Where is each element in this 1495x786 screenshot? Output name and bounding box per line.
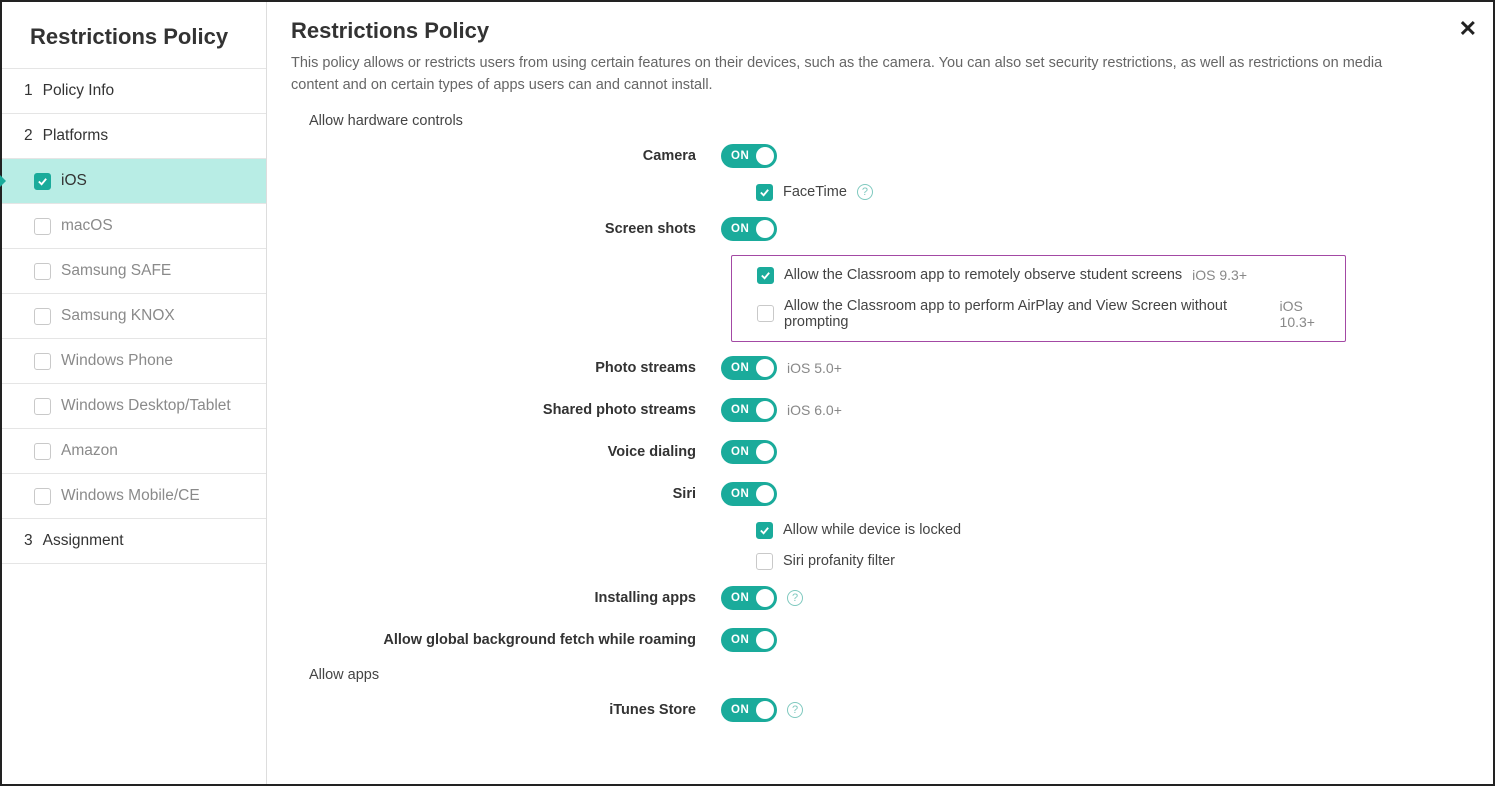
label-screenshots: Screen shots [291,221,721,237]
sub-option-facetime[interactable]: FaceTime ? [756,177,1469,208]
row-global-bg-fetch: Allow global background fetch while roam… [291,619,1469,661]
section-allow-apps: Allow apps [291,661,1469,689]
label-camera: Camera [291,148,721,164]
label-voice-dialing: Voice dialing [291,444,721,460]
checkbox-siri-locked[interactable] [756,522,773,539]
label-siri: Siri [291,486,721,502]
toggle-siri[interactable]: ON [721,482,777,506]
sidebar: Restrictions Policy 1 Policy Info 2 Plat… [2,2,267,784]
siri-profanity-label: Siri profanity filter [783,553,895,569]
platform-label: Windows Desktop/Tablet [61,397,231,415]
step-label: Platforms [43,127,108,145]
platform-label: Samsung SAFE [61,262,171,280]
sidebar-platform-samsung-safe[interactable]: Samsung SAFE [2,249,266,294]
checkbox-icon [34,263,51,280]
toggle-installing-apps[interactable]: ON [721,586,777,610]
sidebar-platform-amazon[interactable]: Amazon [2,429,266,474]
row-installing-apps: Installing apps ON ? [291,577,1469,619]
toggle-photo-streams[interactable]: ON [721,356,777,380]
sidebar-step-policy-info[interactable]: 1 Policy Info [2,69,266,114]
checkbox-icon [34,353,51,370]
highlight-classroom-options: Allow the Classroom app to remotely obse… [731,255,1346,342]
step-label: Policy Info [43,82,115,100]
platform-label: Windows Phone [61,352,173,370]
platform-label: Amazon [61,442,118,460]
toggle-screenshots[interactable]: ON [721,217,777,241]
classroom-observe-label: Allow the Classroom app to remotely obse… [784,267,1182,283]
help-icon[interactable]: ? [787,590,803,606]
toggle-camera[interactable]: ON [721,144,777,168]
checkbox-facetime[interactable] [756,184,773,201]
sidebar-title: Restrictions Policy [2,2,266,69]
label-global-bg-fetch: Allow global background fetch while roam… [291,632,721,648]
sub-option-classroom-airplay[interactable]: Allow the Classroom app to perform AirPl… [757,291,1339,337]
sidebar-platform-samsung-knox[interactable]: Samsung KNOX [2,294,266,339]
step-label: Assignment [43,532,124,550]
siri-locked-label: Allow while device is locked [783,522,961,538]
label-photo-streams: Photo streams [291,360,721,376]
toggle-voice-dialing[interactable]: ON [721,440,777,464]
row-shared-photo-streams: Shared photo streams ON iOS 6.0+ [291,389,1469,431]
sub-option-siri-profanity[interactable]: Siri profanity filter [756,546,1469,577]
sidebar-platform-windows-phone[interactable]: Windows Phone [2,339,266,384]
sidebar-platform-macos[interactable]: macOS [2,204,266,249]
checkbox-checked-icon [34,173,51,190]
platform-label: macOS [61,217,113,235]
checkbox-icon [34,488,51,505]
row-itunes-store: iTunes Store ON ? [291,689,1469,731]
row-voice-dialing: Voice dialing ON [291,431,1469,473]
platform-label: iOS [61,172,87,190]
help-icon[interactable]: ? [857,184,873,200]
checkbox-icon [34,308,51,325]
page-title: Restrictions Policy [291,18,1469,44]
checkbox-icon [34,218,51,235]
checkbox-icon [34,443,51,460]
checkbox-classroom-observe[interactable] [757,267,774,284]
label-itunes-store: iTunes Store [291,702,721,718]
row-siri: Siri ON [291,473,1469,515]
label-installing-apps: Installing apps [291,590,721,606]
label-shared-photo-streams: Shared photo streams [291,402,721,418]
sidebar-step-assignment[interactable]: 3 Assignment [2,519,266,564]
toggle-itunes-store[interactable]: ON [721,698,777,722]
page-description: This policy allows or restricts users fr… [291,52,1411,97]
version-hint: iOS 6.0+ [787,402,842,418]
sidebar-platform-ios[interactable]: iOS [2,159,266,204]
sidebar-platform-windows-desktop[interactable]: Windows Desktop/Tablet [2,384,266,429]
row-photo-streams: Photo streams ON iOS 5.0+ [291,347,1469,389]
row-screenshots: Screen shots ON [291,208,1469,250]
sub-option-siri-locked[interactable]: Allow while device is locked [756,515,1469,546]
version-hint: iOS 9.3+ [1192,267,1247,283]
sidebar-platform-windows-mobile[interactable]: Windows Mobile/CE [2,474,266,519]
toggle-global-bg-fetch[interactable]: ON [721,628,777,652]
sidebar-step-platforms[interactable]: 2 Platforms [2,114,266,159]
step-number: 1 [24,82,33,100]
step-number: 2 [24,127,33,145]
sub-option-classroom-observe[interactable]: Allow the Classroom app to remotely obse… [757,260,1339,291]
step-number: 3 [24,532,33,550]
row-camera: Camera ON [291,135,1469,177]
toggle-shared-photo-streams[interactable]: ON [721,398,777,422]
help-icon[interactable]: ? [787,702,803,718]
platform-label: Windows Mobile/CE [61,487,200,505]
classroom-airplay-label: Allow the Classroom app to perform AirPl… [784,298,1270,330]
main-content: ✕ Restrictions Policy This policy allows… [267,2,1493,784]
checkbox-siri-profanity[interactable] [756,553,773,570]
version-hint: iOS 5.0+ [787,360,842,376]
checkbox-icon [34,398,51,415]
facetime-label: FaceTime [783,184,847,200]
section-hardware-controls: Allow hardware controls [291,107,1469,135]
close-icon[interactable]: ✕ [1459,16,1477,42]
version-hint: iOS 10.3+ [1280,298,1339,330]
platform-label: Samsung KNOX [61,307,175,325]
checkbox-classroom-airplay[interactable] [757,305,774,322]
